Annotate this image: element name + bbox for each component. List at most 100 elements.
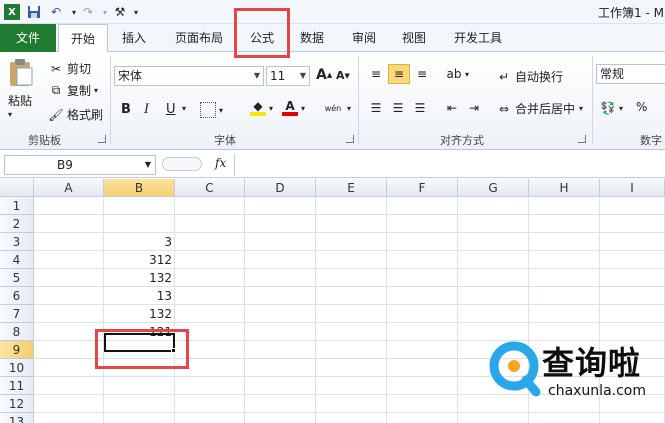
align-center-button[interactable]: ☰ (390, 100, 409, 116)
accounting-format-button[interactable]: 💱 ▾ (600, 100, 624, 116)
tab-review[interactable]: 审阅 (342, 24, 386, 52)
worksheet-grid[interactable]: ABCDEFGHI 1 2 3 4 5 6 7 8 9 10 11 12 13 3 312 132 13 132… (0, 179, 665, 423)
tab-insert[interactable]: 插入 (112, 24, 156, 52)
cell-b6[interactable]: 13 (104, 287, 175, 305)
column-header-c[interactable]: C (175, 179, 245, 197)
customize-icon[interactable]: ▾ (128, 4, 144, 20)
column-header-b[interactable]: B (104, 179, 175, 197)
align-left-button[interactable]: ☰ (368, 100, 387, 116)
align-middle-button[interactable]: ≡ (388, 64, 410, 84)
row-header-4[interactable]: 4 (0, 251, 34, 269)
italic-button[interactable]: I (144, 102, 149, 117)
font-color-button[interactable]: A ▾ (282, 99, 305, 116)
paste-button[interactable]: 粘贴 (8, 58, 34, 109)
tab-page-layout[interactable]: 页面布局 (168, 24, 230, 52)
phonetic-button[interactable]: wén ▾ (322, 100, 351, 116)
grow-font-button[interactable]: A ▲ (316, 67, 332, 83)
align-top-button[interactable]: ≡ (368, 66, 387, 82)
tools-icon[interactable]: ⚒ (112, 4, 128, 20)
tab-home[interactable]: 开始 (58, 24, 108, 53)
cell-b7[interactable]: 132 (104, 305, 175, 323)
save-icon[interactable] (26, 4, 42, 20)
font-size-select[interactable]: 11 ▼ (266, 66, 310, 86)
font-name-select[interactable]: 宋体 ▼ (114, 66, 264, 86)
fill-handle[interactable] (171, 348, 176, 353)
column-header-h[interactable]: H (529, 179, 600, 197)
row-header-13[interactable]: 13 (0, 413, 34, 423)
column-header-d[interactable]: D (245, 179, 316, 197)
cut-button[interactable]: ✂ 剪切 (48, 60, 91, 77)
cell-b5[interactable]: 132 (104, 269, 175, 287)
align-bottom-button[interactable]: ≡ (414, 66, 433, 82)
underline-dropdown-icon[interactable]: ▾ (182, 104, 186, 113)
row-header-7[interactable]: 7 (0, 305, 34, 323)
formula-bar-resize-handle[interactable] (162, 157, 202, 171)
tab-file[interactable]: 文件 (0, 24, 56, 52)
grid-column-line (599, 197, 600, 423)
tab-formulas[interactable]: 公式 (238, 24, 286, 52)
increase-indent-button[interactable]: ⇥ (466, 100, 485, 116)
tab-data[interactable]: 数据 (290, 24, 334, 52)
redo-icon[interactable]: ↷ (80, 4, 96, 20)
row-header-10[interactable]: 10 (0, 359, 34, 377)
number-format-select[interactable]: 常规 (596, 64, 665, 84)
cell-b3[interactable]: 3 (104, 233, 175, 251)
chevron-down-icon: ▾ (619, 103, 624, 113)
cell-b4[interactable]: 312 (104, 251, 175, 269)
chevron-down-icon: ▾ (219, 105, 224, 115)
row-header-3[interactable]: 3 (0, 233, 34, 251)
font-launcher-icon[interactable] (346, 135, 354, 143)
row-header-5[interactable]: 5 (0, 269, 34, 287)
copy-button[interactable]: ⧉ 复制 ▾ (48, 82, 98, 99)
text-angle-icon: ab (446, 67, 462, 81)
chevron-down-icon: ▾ (347, 103, 352, 113)
paint-bucket-icon: ◆ (250, 99, 266, 116)
active-cell-b9[interactable] (104, 333, 175, 352)
column-header-f[interactable]: F (387, 179, 458, 197)
percent-button[interactable]: % (636, 100, 647, 114)
chevron-down-icon: ▼ (144, 160, 151, 169)
ribbon: 粘贴 ▾ ✂ 剪切 ⧉ 复制 ▾ 🖌 格式刷 剪贴板 宋体 ▼ 11 ▼ A ▲ A ▼ B I… (0, 52, 665, 150)
copy-icon: ⧉ (51, 83, 61, 97)
column-header-e[interactable]: E (316, 179, 387, 197)
alignment-launcher-icon[interactable] (578, 135, 586, 143)
shrink-font-button[interactable]: A ▼ (336, 69, 350, 82)
row-header-8[interactable]: 8 (0, 323, 34, 341)
wrap-text-button[interactable]: ↵ 自动换行 (496, 68, 563, 85)
undo-icon[interactable]: ↶ (48, 4, 64, 20)
insert-function-icon[interactable]: fx (215, 156, 226, 170)
font-color-glyph: A (285, 99, 295, 113)
select-all-corner[interactable] (0, 179, 34, 197)
clipboard-launcher-icon[interactable] (98, 135, 106, 143)
orientation-button[interactable]: ab ▾ (446, 66, 470, 82)
copy-dropdown-icon[interactable]: ▾ (94, 86, 98, 95)
tab-view[interactable]: 视图 (392, 24, 436, 52)
chevron-down-icon: ▼ (253, 71, 260, 80)
row-header-9[interactable]: 9 (0, 341, 34, 359)
bold-button[interactable]: B (121, 102, 131, 117)
name-box[interactable]: B9 ▼ (4, 155, 156, 175)
merge-center-button[interactable]: ⇔ 合并后居中 ▾ (496, 100, 583, 117)
excel-icon[interactable]: X (4, 4, 20, 20)
underline-button[interactable]: U (166, 102, 176, 117)
fill-color-button[interactable]: ◆ ▾ (250, 99, 273, 116)
formula-input[interactable] (234, 154, 665, 176)
number-format-value: 常规 (600, 67, 625, 81)
paste-label: 粘贴 (8, 94, 33, 108)
row-header-6[interactable]: 6 (0, 287, 34, 305)
format-painter-button[interactable]: 🖌 格式刷 (48, 106, 103, 123)
copy-label: 复制 (67, 84, 92, 98)
border-button[interactable]: ▾ (200, 102, 223, 118)
paste-dropdown-icon[interactable]: ▾ (8, 110, 12, 119)
row-header-11[interactable]: 11 (0, 377, 34, 395)
align-right-button[interactable]: ☰ (412, 100, 431, 116)
row-header-1[interactable]: 1 (0, 197, 34, 215)
column-header-g[interactable]: G (458, 179, 529, 197)
tab-developer[interactable]: 开发工具 (446, 24, 510, 52)
column-header-i[interactable]: I (600, 179, 665, 197)
column-header-a[interactable]: A (34, 179, 104, 197)
row-header-12[interactable]: 12 (0, 395, 34, 413)
decrease-indent-button[interactable]: ⇤ (444, 100, 463, 116)
row-header-2[interactable]: 2 (0, 215, 34, 233)
redo-dropdown-icon[interactable]: ▾ (97, 4, 113, 20)
